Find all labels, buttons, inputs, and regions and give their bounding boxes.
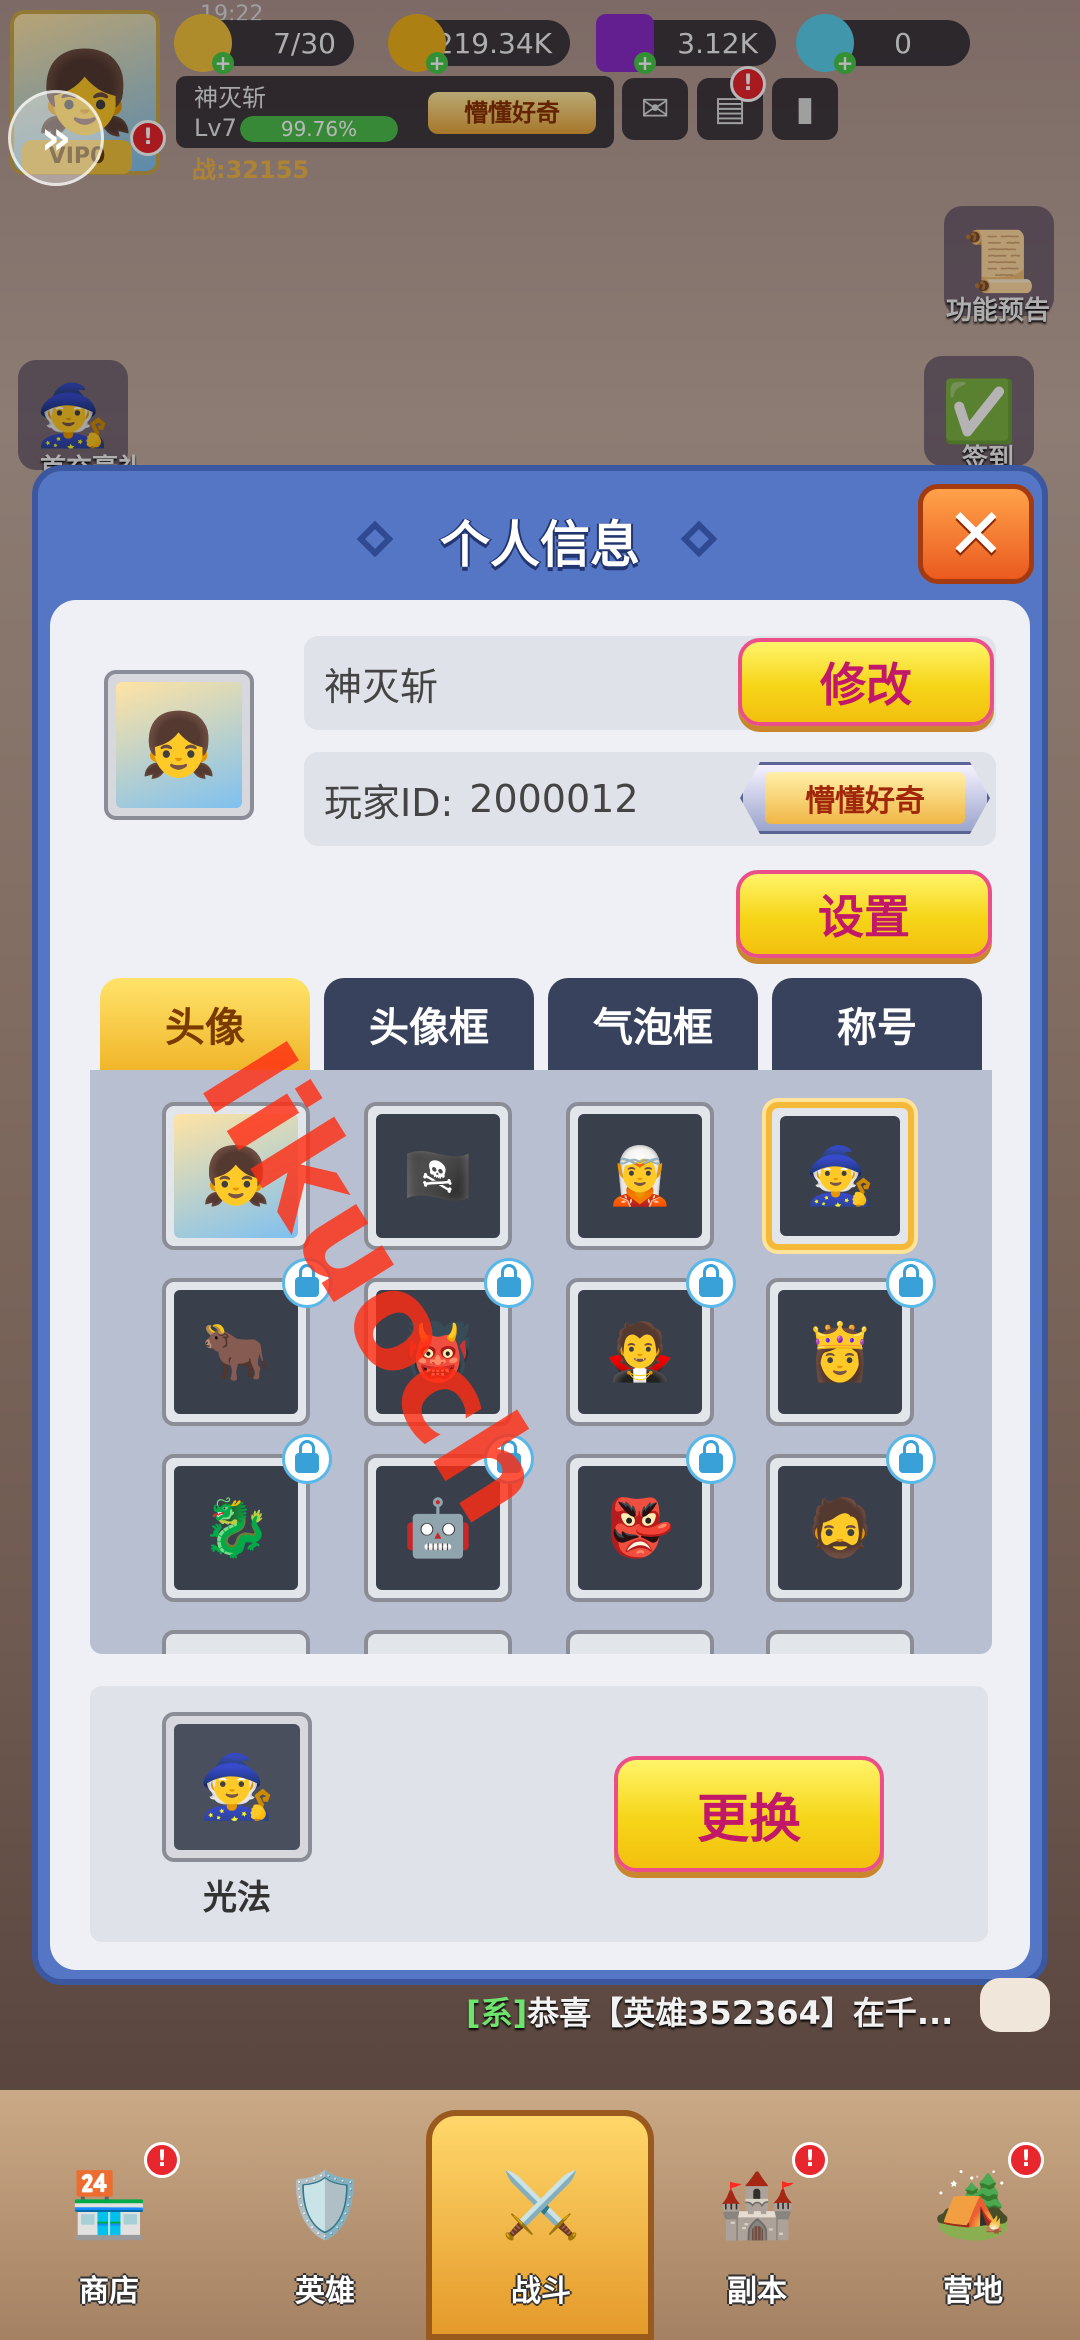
- nav-label: 营地: [943, 2274, 1003, 2309]
- nav-dungeon[interactable]: 🏰 副本!: [662, 2142, 852, 2330]
- gold-value: 219.34K: [435, 26, 552, 60]
- minotaur-icon: 🐂: [174, 1290, 298, 1414]
- avatar-option-partial[interactable]: [162, 1630, 310, 1654]
- lock-icon: [886, 1434, 936, 1484]
- bar-chart-icon: ▮: [795, 89, 815, 129]
- avatar-option-partial[interactable]: [566, 1630, 714, 1654]
- white-paladin-avatar-icon: 🧙: [174, 1724, 300, 1850]
- lock-icon: [886, 1258, 936, 1308]
- combat-power: 战:32155: [192, 156, 310, 184]
- blonde-girl-avatar-icon: 👧: [116, 682, 242, 808]
- avatar-option-dark-elf[interactable]: 🧛: [566, 1278, 714, 1426]
- modify-name-button[interactable]: 修改: [738, 638, 994, 726]
- avatar-option-partial[interactable]: [364, 1630, 512, 1654]
- close-button[interactable]: ✕: [918, 484, 1034, 584]
- wizard-icon: 🧙: [35, 380, 111, 451]
- feature-preview-label: 功能预告: [945, 296, 1050, 326]
- player-id-value: 2000012: [469, 777, 639, 821]
- nav-label: 商店: [79, 2274, 139, 2309]
- chat-bubble-icon[interactable]: [980, 1978, 1050, 2032]
- avatar-option-fire-princess[interactable]: 👸: [766, 1278, 914, 1426]
- nav-alert-icon: !: [1008, 2142, 1044, 2178]
- avatar-alert-icon: !: [130, 120, 166, 156]
- scroll-icon: 📜: [961, 226, 1037, 297]
- nav-alert-icon: !: [144, 2142, 180, 2178]
- gem-value: 3.12K: [677, 26, 758, 60]
- nav-battle[interactable]: ⚔️ 战斗: [446, 2150, 636, 2330]
- diamond-value: 0: [894, 26, 912, 60]
- selected-avatar-name: 光法: [203, 1878, 271, 1918]
- double-chevron-right-icon: »: [40, 110, 72, 166]
- task-alert-icon: !: [730, 66, 766, 102]
- selected-avatar-preview: 🧙: [162, 1712, 312, 1862]
- expand-menu-button[interactable]: »: [8, 90, 104, 186]
- purple-elf-icon: 🧝: [578, 1114, 702, 1238]
- gem-plus-icon[interactable]: +: [634, 52, 656, 74]
- avatar-option-partial[interactable]: [766, 1630, 914, 1654]
- mail-icon: ✉: [640, 89, 670, 129]
- checklist-icon: ✅: [941, 376, 1017, 447]
- avatar-option-dwarf-mage[interactable]: 🧔: [766, 1454, 914, 1602]
- fire-princess-icon: 👸: [778, 1290, 902, 1414]
- nav-label: 战斗: [511, 2274, 571, 2309]
- nav-shop[interactable]: 🏪 商店!: [14, 2142, 204, 2330]
- modal-title: 个人信息: [440, 516, 640, 574]
- lock-icon: [282, 1434, 332, 1484]
- title-tag-text: 懵懂好奇: [765, 772, 965, 824]
- player-id-label: 玩家ID:: [324, 780, 454, 825]
- lock-icon: [686, 1434, 736, 1484]
- dark-elf-icon: 🧛: [578, 1290, 702, 1414]
- battle-icon: ⚔️: [501, 2168, 581, 2243]
- current-avatar: 👧: [104, 670, 254, 820]
- tab-avatar-frame[interactable]: 头像框: [324, 978, 534, 1070]
- hud-player-name: 神灭斩: [194, 84, 266, 112]
- lock-icon: [686, 1258, 736, 1308]
- mail-button[interactable]: ✉: [622, 78, 688, 140]
- nav-hero[interactable]: 🛡️ 英雄: [230, 2150, 420, 2330]
- purple-goblin-icon: 👺: [578, 1466, 702, 1590]
- stamina-plus-icon[interactable]: +: [212, 52, 234, 74]
- avatar-option-white-paladin[interactable]: 🧙: [766, 1102, 914, 1250]
- tab-bubble-frame[interactable]: 气泡框: [548, 978, 758, 1070]
- stamina-value: 7/30: [273, 26, 336, 60]
- diamond-plus-icon[interactable]: +: [834, 52, 856, 74]
- diamond-pill[interactable]: + 0: [796, 14, 970, 74]
- gold-pill[interactable]: + 219.34K: [388, 14, 570, 74]
- title-tag[interactable]: 懵懂好奇: [740, 762, 990, 834]
- nav-alert-icon: !: [792, 2142, 828, 2178]
- close-icon: ✕: [946, 493, 1006, 575]
- system-chat-line[interactable]: [系]恭喜【英雄352364】在千...: [466, 1988, 953, 2034]
- lock-icon: [484, 1258, 534, 1308]
- gold-plus-icon[interactable]: +: [426, 52, 448, 74]
- exp-percent: 99.76%: [280, 117, 358, 141]
- dwarf-mage-icon: 🧔: [778, 1466, 902, 1590]
- hud-level: Lv7: [194, 114, 237, 142]
- ranking-button[interactable]: ▮: [772, 78, 838, 140]
- settings-button[interactable]: 设置: [736, 870, 992, 958]
- stamina-pill[interactable]: + 7/30: [174, 14, 354, 74]
- change-avatar-button[interactable]: 更换: [614, 1756, 884, 1872]
- player-name: 神灭斩: [324, 664, 439, 709]
- white-paladin-icon: 🧙: [780, 1116, 900, 1236]
- blue-dragon-icon: 🐉: [174, 1466, 298, 1590]
- avatar-option-minotaur[interactable]: 🐂: [162, 1278, 310, 1426]
- system-tag: [系]: [466, 1994, 528, 2032]
- hud-title-badge: 懵懂好奇: [428, 92, 596, 134]
- nav-label: 英雄: [295, 2274, 355, 2309]
- avatar-option-purple-elf[interactable]: 🧝: [566, 1102, 714, 1250]
- avatar-option-blue-dragon[interactable]: 🐉: [162, 1454, 310, 1602]
- gem-pill[interactable]: + 3.12K: [596, 14, 776, 74]
- hero-icon: 🛡️: [285, 2168, 365, 2243]
- nav-camp[interactable]: 🏕️ 营地!: [878, 2142, 1068, 2330]
- avatar-option-purple-goblin[interactable]: 👺: [566, 1454, 714, 1602]
- chat-message: 恭喜【英雄352364】在千...: [527, 1994, 954, 2032]
- tab-title[interactable]: 称号: [772, 978, 982, 1070]
- nav-label: 副本: [727, 2274, 787, 2309]
